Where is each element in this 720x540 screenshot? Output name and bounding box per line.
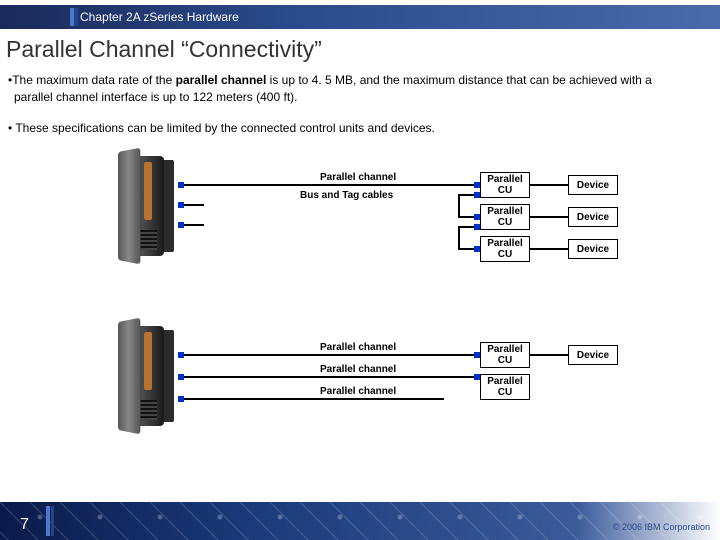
chain-v: [458, 194, 460, 216]
chain-v: [458, 226, 460, 248]
parallel-cu-box: ParallelCU: [480, 236, 530, 262]
chain-h: [458, 226, 474, 228]
bustag-label: Bus and Tag cables: [300, 190, 393, 201]
channel-label: Parallel channel: [320, 342, 396, 353]
bullet-1-pre: •The maximum data rate of the: [8, 73, 176, 87]
chain-h: [458, 194, 474, 196]
parallel-cu-box: ParallelCU: [480, 342, 530, 368]
bullet-1: •The maximum data rate of the parallel c…: [6, 72, 690, 106]
connector-icon: [474, 224, 480, 230]
footer-decoration: [0, 502, 720, 540]
page-accent-bars: [46, 506, 56, 536]
channel-line: [184, 398, 444, 400]
parallel-cu-box: ParallelCU: [480, 374, 530, 400]
device-line: [530, 248, 568, 250]
device-box: Device: [568, 207, 618, 227]
mainframe-icon: [100, 152, 178, 262]
channel-stub: [184, 224, 204, 226]
mainframe-icon: [100, 322, 178, 432]
channel-stub: [184, 204, 204, 206]
channel-line: [184, 184, 480, 186]
footer-bar: 7 © 2006 IBM Corporation: [0, 502, 720, 540]
device-box: Device: [568, 239, 618, 259]
device-box: Device: [568, 175, 618, 195]
channel-label: Parallel channel: [320, 172, 396, 183]
diagram-area: Parallel channel Bus and Tag cables Para…: [100, 152, 660, 472]
device-line: [530, 354, 568, 356]
device-line: [530, 184, 568, 186]
page-number: 7: [20, 516, 29, 534]
bullet-list: •The maximum data rate of the parallel c…: [6, 72, 690, 150]
channel-line: [184, 354, 480, 356]
bullet-2: • These specifications can be limited by…: [6, 120, 690, 137]
channel-line: [184, 376, 480, 378]
parallel-cu-box: ParallelCU: [480, 172, 530, 198]
chapter-label: Chapter 2A zSeries Hardware: [80, 10, 239, 24]
page-title: Parallel Channel “Connectivity”: [6, 36, 322, 63]
connector-icon: [474, 192, 480, 198]
bullet-1-bold: parallel channel: [176, 73, 267, 87]
device-line: [530, 216, 568, 218]
device-box: Device: [568, 345, 618, 365]
header-bar: Chapter 2A zSeries Hardware: [0, 5, 720, 29]
copyright-text: © 2006 IBM Corporation: [613, 522, 710, 532]
channel-label: Parallel channel: [320, 364, 396, 375]
parallel-cu-box: ParallelCU: [480, 204, 530, 230]
diagram-2: Parallel channel ParallelCU Device Paral…: [100, 322, 660, 452]
diagram-1: Parallel channel Bus and Tag cables Para…: [100, 152, 660, 302]
channel-label: Parallel channel: [320, 386, 396, 397]
